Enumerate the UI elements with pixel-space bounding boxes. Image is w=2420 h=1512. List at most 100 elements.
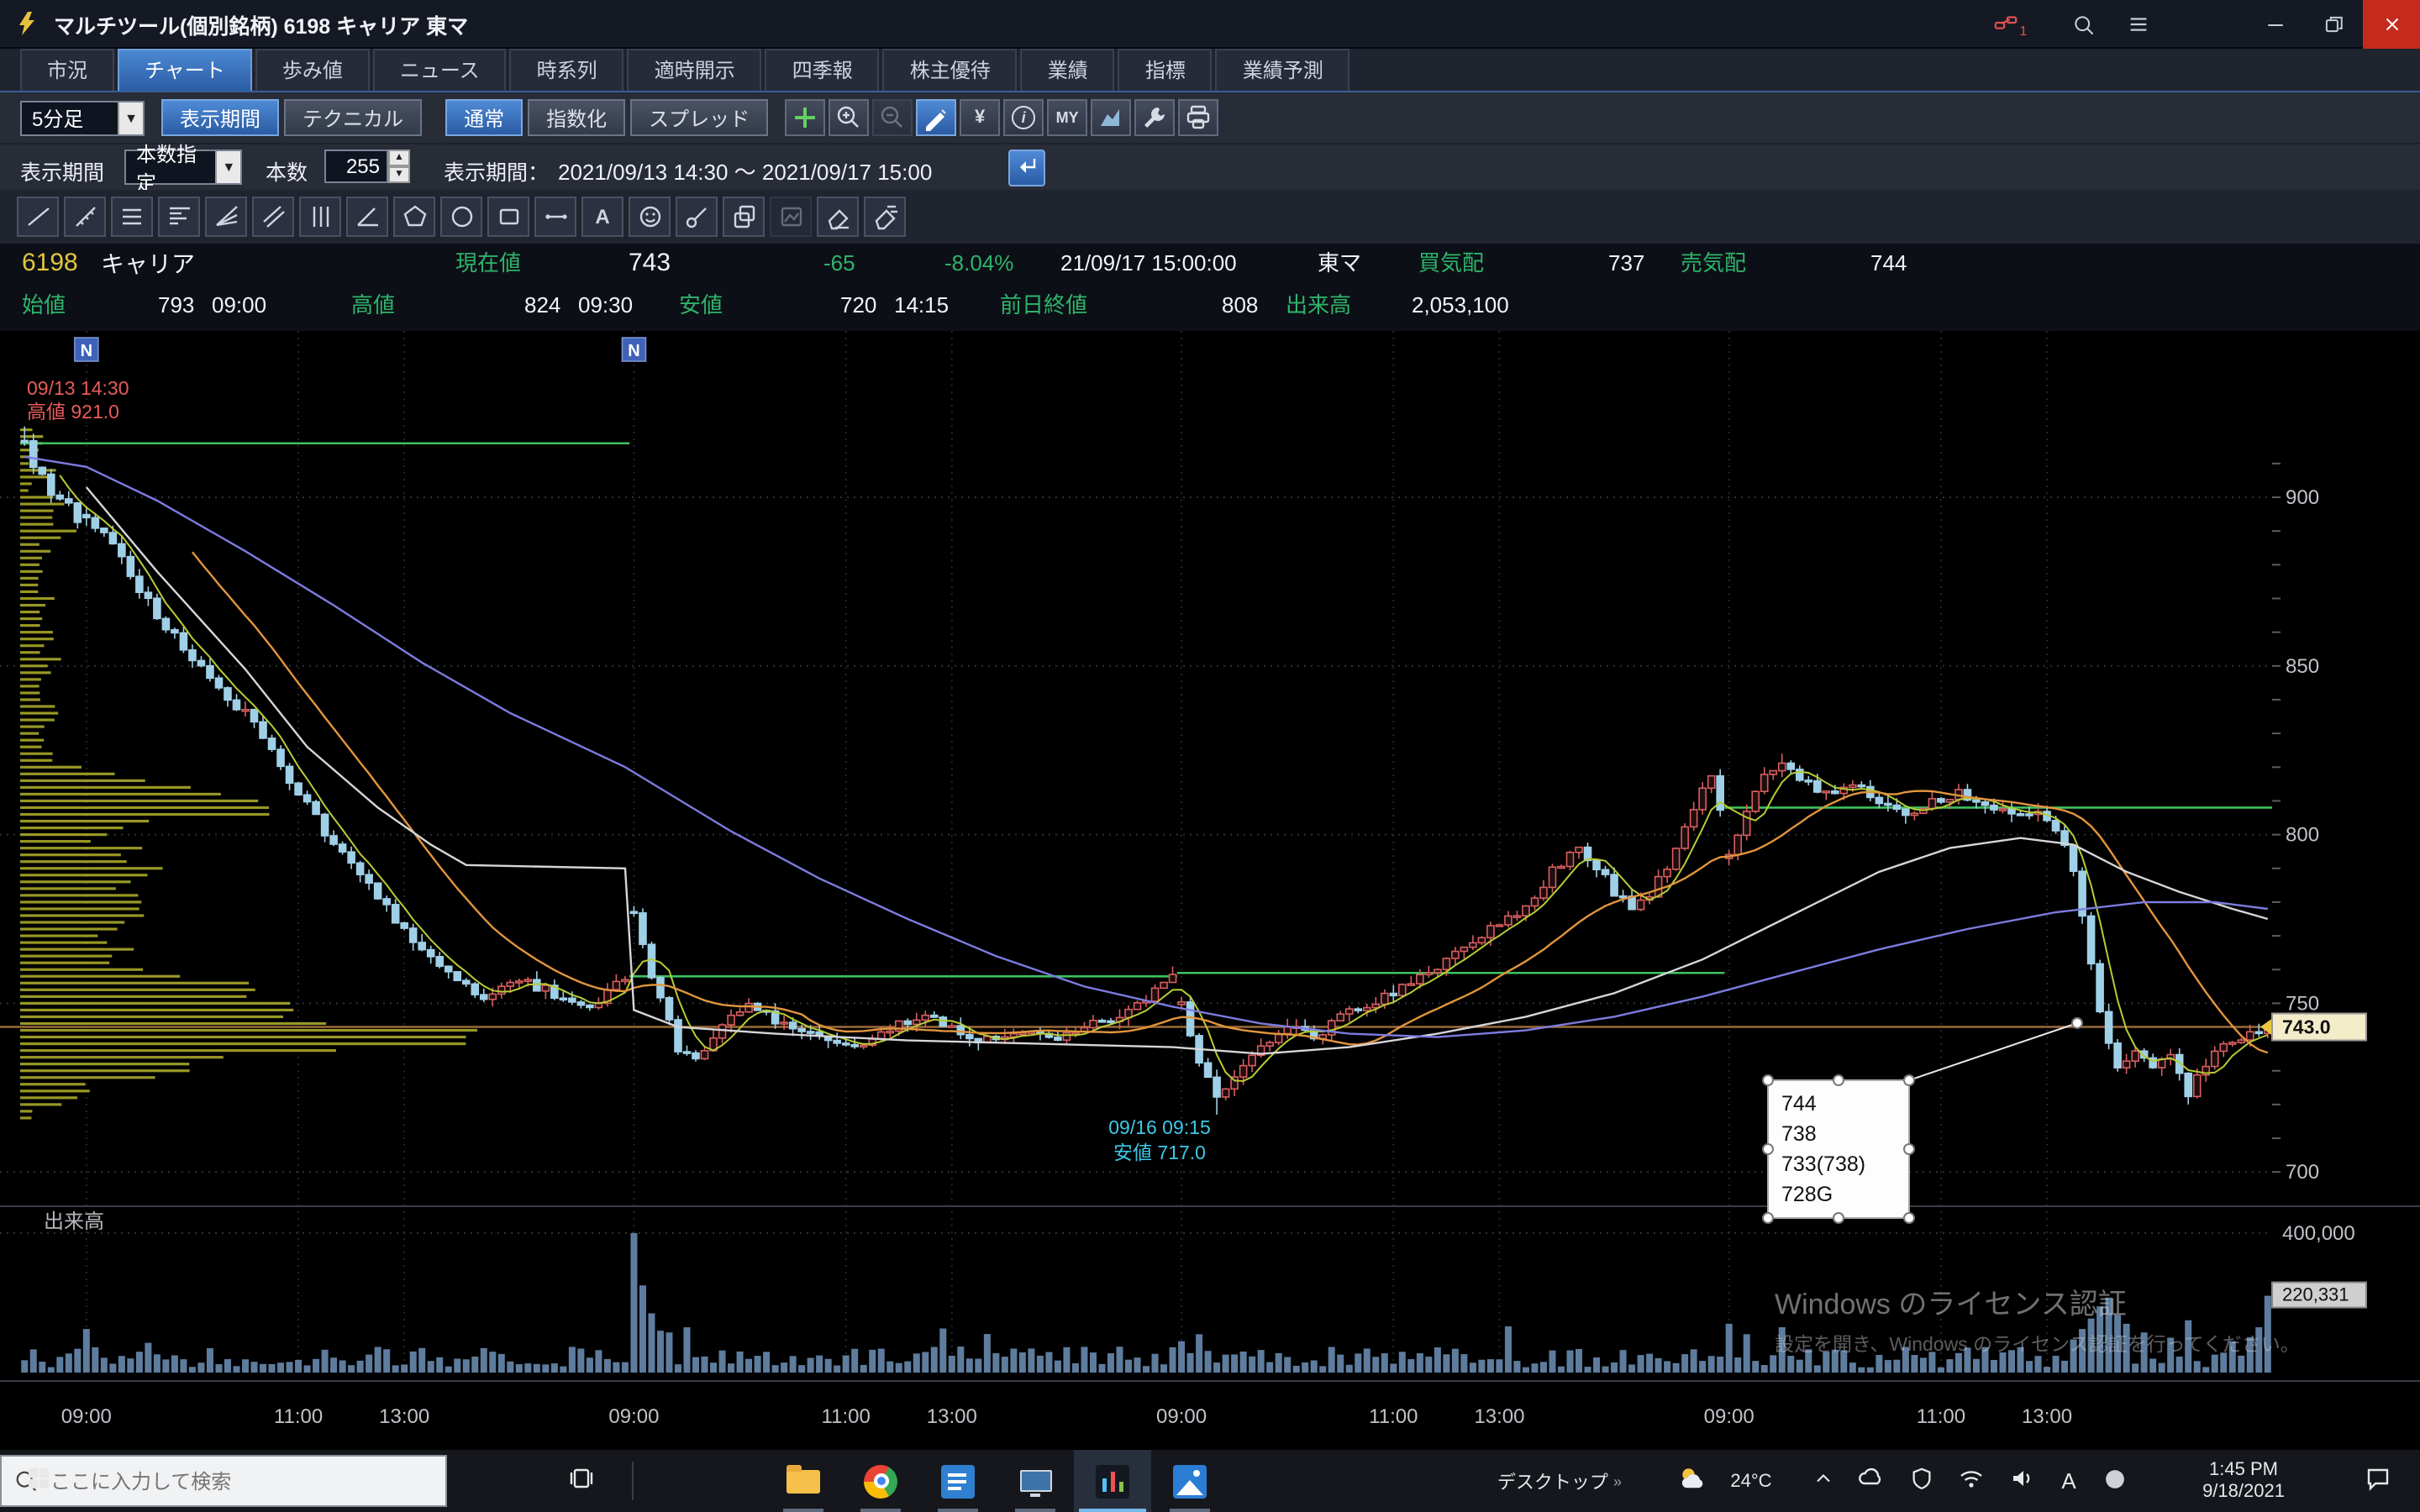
info-button[interactable]: i	[1003, 99, 1044, 136]
tab-7[interactable]: 四季報	[765, 49, 880, 91]
indexed-button[interactable]: 指数化	[528, 99, 625, 136]
bar-count-stepper[interactable]: ▲▼	[324, 150, 410, 183]
candle-body	[719, 1025, 726, 1038]
parallel-channel-tool[interactable]	[252, 197, 294, 237]
taskbar-app-explorer[interactable]	[765, 1450, 842, 1512]
tab-3[interactable]: 歩み値	[255, 49, 370, 91]
spread-button[interactable]: スプレッド	[630, 99, 768, 136]
bar-count-input[interactable]	[324, 150, 388, 183]
image-tool-tool[interactable]	[770, 197, 812, 237]
volume-profile-bar	[20, 894, 138, 896]
search-icon[interactable]	[2057, 0, 2111, 49]
tab-6[interactable]: 適時開示	[628, 49, 762, 91]
yen-scale-button[interactable]: ¥	[960, 99, 1000, 136]
vertical-lines-tool[interactable]	[299, 197, 341, 237]
duplicate-tool[interactable]	[723, 197, 765, 237]
tab-4[interactable]: ニュース	[373, 49, 507, 91]
fan-lines-tool[interactable]	[205, 197, 247, 237]
settings-wrench-button[interactable]	[1134, 99, 1175, 136]
add-indicator-button[interactable]	[785, 99, 825, 136]
candle-body	[1399, 984, 1406, 995]
start-button[interactable]	[0, 1450, 77, 1512]
tab-11[interactable]: 業績予測	[1216, 49, 1350, 91]
period-label: 表示期間	[20, 155, 104, 186]
search-input[interactable]	[50, 1469, 420, 1493]
pentagon-tool[interactable]	[393, 197, 435, 237]
price-lines-tool[interactable]	[158, 197, 200, 237]
ellipse-tool[interactable]	[440, 197, 482, 237]
technical-button[interactable]: テクニカル	[284, 99, 422, 136]
reset-range-button[interactable]	[1008, 150, 1045, 186]
taskbar-app-remote[interactable]	[997, 1450, 1074, 1512]
print-button[interactable]	[1178, 99, 1218, 136]
link-icon[interactable]: 1	[1983, 0, 2037, 49]
task-view-button[interactable]	[548, 1450, 615, 1512]
volume-profile-bar	[20, 725, 45, 727]
trendline-tool[interactable]	[17, 197, 59, 237]
volume-speaker-icon[interactable]	[2000, 1450, 2044, 1512]
close-button[interactable]	[2363, 0, 2420, 49]
ime-disc-icon[interactable]	[2094, 1450, 2134, 1512]
tab-9[interactable]: 業績	[1021, 49, 1115, 91]
taskbar-app-trading[interactable]	[1074, 1450, 1151, 1512]
candle-body	[1152, 988, 1159, 1001]
normal-button[interactable]: 通常	[445, 99, 523, 136]
desktop-peek[interactable]: デスクトップ »	[1492, 1450, 1627, 1512]
eraser-tool[interactable]	[817, 197, 859, 237]
action-center-icon[interactable]	[2349, 1450, 2407, 1512]
rectangle-tool[interactable]	[487, 197, 529, 237]
ime-mode-indicator[interactable]: A	[2050, 1450, 2087, 1512]
text-tool-tool[interactable]: A	[581, 197, 623, 237]
horizontal-lines-tool[interactable]	[111, 197, 153, 237]
taskbar-app-chrome[interactable]	[842, 1450, 919, 1512]
candle-body	[1417, 974, 1423, 984]
candle-body	[957, 1026, 964, 1035]
volume-bar	[984, 1334, 991, 1373]
volume-profile-bar	[20, 962, 109, 964]
candle-body	[1434, 969, 1441, 973]
marker-pen-tool[interactable]	[676, 197, 718, 237]
draw-mode-button[interactable]	[916, 99, 956, 136]
tab-5[interactable]: 時系列	[510, 49, 624, 91]
tab-1[interactable]: 市況	[20, 49, 114, 91]
taskbar-app-notes[interactable]	[919, 1450, 997, 1512]
volume-bar	[798, 1365, 805, 1373]
network-wifi-icon[interactable]	[1949, 1450, 1993, 1512]
tab-8[interactable]: 株主優待	[883, 49, 1018, 91]
candle-body	[1337, 1014, 1344, 1021]
taskbar-clock[interactable]: 1:45 PM 9/18/2021	[2171, 1450, 2316, 1512]
maximize-button[interactable]	[2306, 0, 2360, 49]
eraser-all-tool[interactable]	[864, 197, 906, 237]
zoom-in-button[interactable]	[829, 99, 869, 136]
candle-body	[83, 515, 90, 518]
tab-2[interactable]: チャート	[118, 49, 252, 91]
period-mode-select[interactable]: 本数指定▼	[124, 150, 242, 185]
taskbar-app-photos[interactable]	[1151, 1450, 1228, 1512]
ruler-tool[interactable]	[64, 197, 106, 237]
spin-up-icon[interactable]: ▲	[388, 150, 410, 166]
volume-bar	[1611, 1362, 1618, 1373]
horizontal-segment-tool[interactable]	[534, 197, 576, 237]
volume-profile-bar	[20, 806, 269, 809]
onedrive-cloud-icon[interactable]	[1849, 1450, 1892, 1512]
angle-line-tool[interactable]	[346, 197, 388, 237]
display-period-button[interactable]: 表示期間	[161, 99, 279, 136]
candle-body	[233, 700, 239, 709]
tray-chevron-up-icon[interactable]	[1805, 1450, 1842, 1512]
tab-10[interactable]: 指標	[1118, 49, 1213, 91]
candle-body	[675, 1020, 681, 1052]
minimize-button[interactable]	[2249, 0, 2302, 49]
volume-bar	[1028, 1348, 1034, 1373]
candle-body	[587, 1005, 593, 1008]
menu-icon[interactable]	[2111, 0, 2165, 49]
spin-down-icon[interactable]: ▼	[388, 166, 410, 183]
price-chart[interactable]: 09:0011:0013:0009:0011:0013:0009:0011:00…	[0, 331, 2420, 1450]
timeframe-select[interactable]: 5分足▼	[20, 100, 145, 135]
icon-stamp-tool[interactable]	[629, 197, 671, 237]
zoom-out-button[interactable]	[872, 99, 913, 136]
sma5-line	[60, 475, 2268, 1081]
weather-temp[interactable]: 24°C	[1718, 1450, 1785, 1512]
chart-style-button[interactable]	[1091, 99, 1131, 136]
my-chart-button[interactable]: MY	[1047, 99, 1087, 136]
security-shield-icon[interactable]	[1899, 1450, 1943, 1512]
